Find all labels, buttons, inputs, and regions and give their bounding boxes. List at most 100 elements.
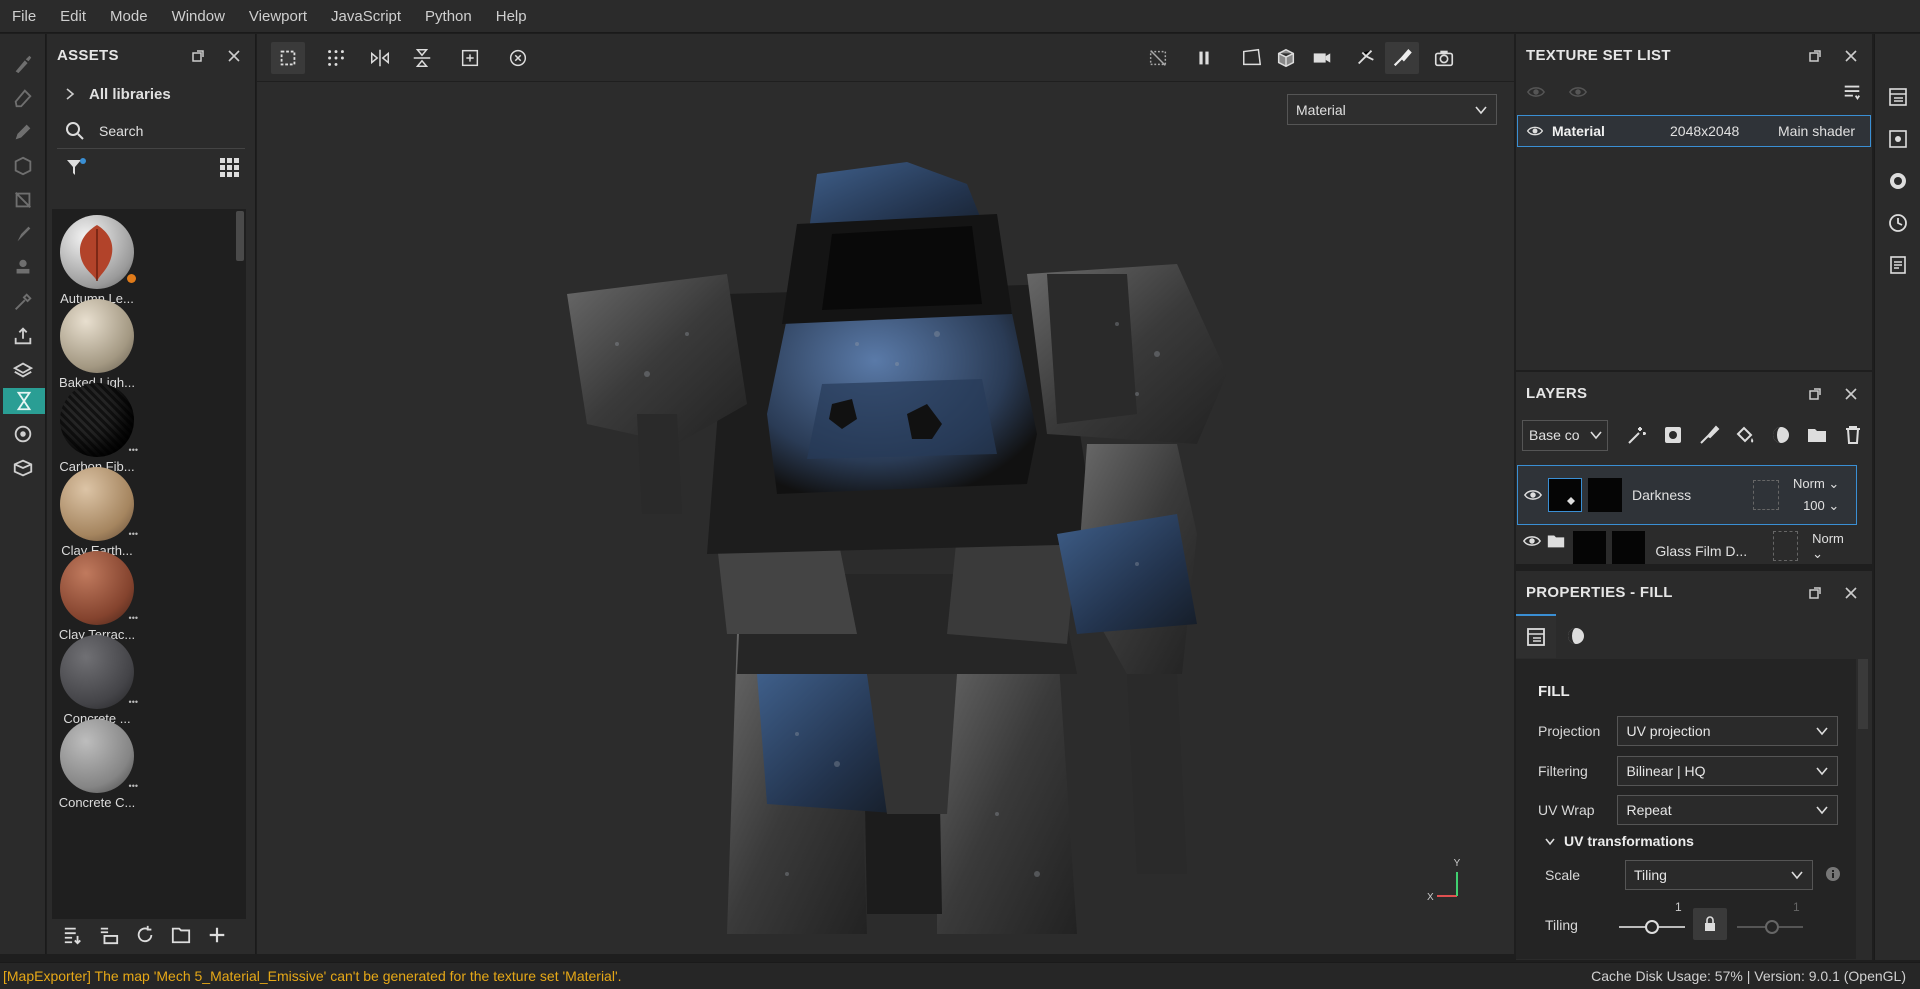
- opacity-input[interactable]: 100 ⌄: [1803, 498, 1839, 514]
- asset-store-tool[interactable]: [6, 452, 40, 484]
- hide-overlay-button[interactable]: [1141, 42, 1175, 74]
- blend-mode-select[interactable]: Norm ⌄: [1812, 531, 1857, 562]
- add-effect-button[interactable]: [1624, 422, 1650, 448]
- menu-mode[interactable]: Mode: [98, 0, 160, 33]
- add-folder-button[interactable]: [1804, 422, 1830, 448]
- properties-scrollbar[interactable]: [1858, 659, 1868, 729]
- show-all-button[interactable]: [1568, 82, 1588, 105]
- undock-button[interactable]: [1804, 383, 1826, 405]
- close-panel-button[interactable]: [1840, 45, 1862, 67]
- mask-thumbnail[interactable]: [1588, 478, 1622, 512]
- close-panel-button[interactable]: [1840, 383, 1862, 405]
- projection-tool[interactable]: [6, 116, 40, 148]
- fill-thumbnail[interactable]: [1548, 478, 1582, 512]
- render-mode-button[interactable]: [1349, 42, 1383, 74]
- menu-viewport[interactable]: Viewport: [237, 0, 319, 33]
- tiling-v-handle[interactable]: [1765, 920, 1779, 934]
- empty-mask-slot[interactable]: [1772, 531, 1799, 561]
- export-tool[interactable]: [6, 320, 40, 352]
- bake-tool[interactable]: [6, 354, 40, 386]
- history-button[interactable]: [1885, 210, 1911, 236]
- layer-row[interactable]: Glass Film D... Norm ⌄: [1517, 527, 1857, 564]
- paint-mode-button[interactable]: [1385, 42, 1419, 74]
- undock-button[interactable]: [1804, 45, 1826, 67]
- grid-view-button[interactable]: [219, 157, 241, 182]
- asset-list-scrollbar[interactable]: [236, 211, 244, 261]
- scale-select[interactable]: Tiling: [1625, 860, 1813, 890]
- blend-mode-select[interactable]: Norm ⌄: [1793, 476, 1839, 492]
- channel-select[interactable]: Base co: [1522, 419, 1608, 451]
- polygon-fill-tool[interactable]: [6, 184, 40, 216]
- view-mode-button[interactable]: [1235, 42, 1269, 74]
- undock-button[interactable]: [187, 45, 209, 67]
- empty-mask-slot[interactable]: [1753, 480, 1779, 510]
- layer-row[interactable]: Darkness Norm ⌄ 100 ⌄: [1517, 465, 1857, 525]
- paint-brush-tool[interactable]: [6, 48, 40, 80]
- assets-search-input[interactable]: Search: [57, 113, 245, 149]
- info-icon[interactable]: [1825, 866, 1841, 885]
- smudge-tool[interactable]: [6, 218, 40, 250]
- menu-help[interactable]: Help: [484, 0, 539, 33]
- filter-button[interactable]: [65, 157, 87, 182]
- import-folder-button[interactable]: [97, 923, 121, 947]
- all-libraries[interactable]: All libraries: [47, 77, 255, 111]
- visibility-toggle[interactable]: [1518, 485, 1548, 505]
- texture-set-row[interactable]: Material 2048x2048 Main shader: [1517, 115, 1871, 147]
- add-fill-layer-button[interactable]: [1732, 422, 1758, 448]
- add-button[interactable]: [205, 923, 229, 947]
- camera-3d-button[interactable]: [1269, 42, 1303, 74]
- projection-select[interactable]: UV projection: [1617, 716, 1838, 746]
- texture-set-menu-button[interactable]: [1842, 82, 1862, 105]
- hide-all-button[interactable]: [1526, 82, 1546, 105]
- tiling-lock-button[interactable]: [1693, 908, 1727, 940]
- camera-button[interactable]: [1305, 42, 1339, 74]
- mask-thumbnail[interactable]: [1612, 531, 1646, 564]
- tab-material[interactable]: [1556, 614, 1596, 658]
- filtering-select[interactable]: Bilinear | HQ: [1617, 756, 1838, 786]
- add-paint-layer-button[interactable]: [1696, 422, 1722, 448]
- reset-view-button[interactable]: [501, 42, 535, 74]
- eraser-tool[interactable]: [6, 82, 40, 114]
- undock-button[interactable]: [1804, 582, 1826, 604]
- screenshot-button[interactable]: [1427, 42, 1461, 74]
- close-panel-button[interactable]: [1840, 582, 1862, 604]
- shader-settings-button[interactable]: [1885, 168, 1911, 194]
- menu-python[interactable]: Python: [413, 0, 484, 33]
- eye-icon[interactable]: [1526, 122, 1544, 140]
- tiling-u-handle[interactable]: [1645, 920, 1659, 934]
- color-picker-tool[interactable]: [6, 286, 40, 318]
- texture-set-settings-button[interactable]: [1885, 84, 1911, 110]
- menu-javascript[interactable]: JavaScript: [319, 0, 413, 33]
- visibility-toggle[interactable]: [1517, 531, 1546, 551]
- asset-item[interactable]: ••• Concrete ...: [57, 635, 138, 726]
- pause-button[interactable]: [1187, 42, 1221, 74]
- new-folder-button[interactable]: [169, 923, 193, 947]
- asset-item[interactable]: ••• Clay Earth...: [57, 467, 138, 558]
- timer-tool[interactable]: [3, 388, 45, 414]
- uv-wrap-select[interactable]: Repeat: [1617, 795, 1838, 825]
- asset-item[interactable]: Baked Ligh...: [57, 299, 137, 390]
- geometry-mask-tool[interactable]: [6, 150, 40, 182]
- selection-mode-button[interactable]: [271, 42, 305, 74]
- menu-edit[interactable]: Edit: [48, 0, 98, 33]
- tab-fill-properties[interactable]: [1516, 614, 1556, 658]
- asset-item[interactable]: ••• Concrete C...: [57, 719, 138, 810]
- uv-transformations-toggle[interactable]: UV transformations: [1544, 833, 1694, 849]
- viewport[interactable]: Material Y X: [257, 34, 1514, 954]
- add-mask-button[interactable]: [1660, 422, 1686, 448]
- status-message[interactable]: [MapExporter] The map 'Mech 5_Material_E…: [0, 968, 1591, 984]
- display-settings-button[interactable]: [1885, 126, 1911, 152]
- fill-thumbnail[interactable]: [1573, 531, 1607, 564]
- symmetry-button[interactable]: [453, 42, 487, 74]
- asset-item[interactable]: ••• Carbon Fib...: [57, 383, 138, 474]
- log-button[interactable]: [1885, 252, 1911, 278]
- asset-item[interactable]: Autumn Le...: [57, 215, 137, 306]
- delete-layer-button[interactable]: [1840, 422, 1866, 448]
- menu-window[interactable]: Window: [160, 0, 237, 33]
- display-settings-tool[interactable]: [6, 418, 40, 450]
- refresh-button[interactable]: [133, 923, 157, 947]
- import-button[interactable]: [61, 923, 85, 947]
- mirror-x-button[interactable]: [363, 42, 397, 74]
- menu-file[interactable]: File: [0, 0, 48, 33]
- mirror-y-button[interactable]: [405, 42, 439, 74]
